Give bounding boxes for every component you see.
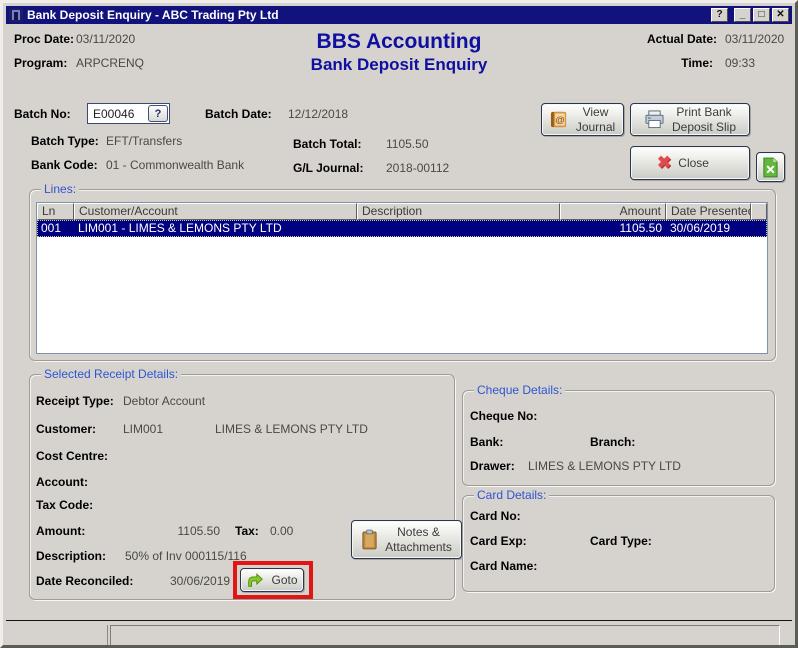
view-journal-label: View Journal	[575, 104, 616, 134]
statusbar-divider	[6, 620, 792, 621]
app-window: Bank Deposit Enquiry - ABC Trading Pty L…	[0, 0, 798, 648]
branch-label: Branch:	[590, 435, 636, 449]
batch-date-value: 12/12/2018	[288, 107, 349, 121]
help-button[interactable]: ?	[711, 8, 728, 22]
column-header-date-presented: Date Presented	[666, 203, 751, 220]
lines-list[interactable]: Ln Customer/Account Description Amount D…	[36, 202, 768, 354]
cost-centre-label: Cost Centre:	[36, 449, 109, 463]
cell-customer-account: LIM001 - LIMES & LEMONS PTY LTD	[78, 221, 282, 235]
card-exp-label: Card Exp:	[470, 534, 527, 548]
drawer-label: Drawer:	[470, 459, 515, 473]
batch-total-value: 1105.50	[386, 137, 429, 151]
batch-no-lookup-button[interactable]: ?	[148, 105, 168, 122]
app-icon	[9, 8, 23, 22]
batch-type-label: Batch Type:	[31, 134, 99, 148]
bank-code-value: 01 - Commonwealth Bank	[106, 158, 245, 172]
batch-total-label: Batch Total:	[293, 137, 362, 151]
close-label: Close	[678, 155, 709, 170]
description-label: Description:	[36, 549, 107, 563]
cheque-no-label: Cheque No:	[470, 409, 538, 423]
card-name-label: Card Name:	[470, 559, 538, 573]
column-header-description: Description	[357, 203, 560, 220]
export-excel-button[interactable]	[756, 152, 785, 182]
batch-no-label: Batch No:	[14, 107, 71, 121]
svg-text:@: @	[555, 115, 564, 126]
cell-ln: 001	[41, 221, 62, 235]
title-bar: Bank Deposit Enquiry - ABC Trading Pty L…	[6, 6, 792, 24]
print-deposit-slip-label: Print Bank Deposit Slip	[671, 104, 737, 134]
red-x-icon: ✖	[657, 153, 672, 173]
tax-value: 0.00	[270, 524, 294, 538]
lines-header-row: Ln Customer/Account Description Amount D…	[37, 203, 767, 220]
notes-attachments-button[interactable]: Notes & Attachments	[351, 520, 462, 559]
window-title: Bank Deposit Enquiry - ABC Trading Pty L…	[27, 8, 279, 22]
batch-type-value: EFT/Transfers	[106, 134, 183, 148]
column-header-customer-account: Customer/Account	[74, 203, 357, 220]
cell-spacer	[751, 220, 767, 237]
amount-value: 1105.50	[177, 524, 221, 538]
journal-book-icon: @	[550, 110, 569, 129]
notes-attachments-label: Notes & Attachments	[385, 524, 452, 554]
customer-label: Customer:	[36, 422, 97, 436]
time-label: Time:	[681, 56, 713, 70]
column-header-spacer	[751, 203, 767, 220]
actual-date-label: Actual Date:	[647, 32, 718, 46]
tax-code-label: Tax Code:	[36, 498, 94, 512]
actual-date-value: 03/11/2020	[725, 32, 785, 46]
excel-export-icon	[762, 157, 779, 178]
close-button[interactable]: ✖ Close	[630, 146, 750, 180]
close-window-button[interactable]: ✕	[772, 8, 789, 22]
clipboard-icon	[361, 529, 378, 550]
printer-icon	[644, 110, 665, 129]
description-value: 50% of Inv 000115/116	[125, 549, 247, 563]
column-header-ln: Ln	[37, 203, 74, 220]
view-journal-button[interactable]: @ View Journal	[541, 103, 624, 136]
drawer-value: LIMES & LEMONS PTY LTD	[528, 459, 681, 473]
date-reconciled-value: 30/06/2019	[170, 574, 231, 588]
maximize-button[interactable]: □	[753, 8, 770, 22]
amount-label: Amount:	[36, 524, 86, 538]
annotation-highlight	[233, 561, 313, 599]
card-type-label: Card Type:	[590, 534, 652, 548]
customer-name-value: LIMES & LEMONS PTY LTD	[215, 422, 368, 436]
cell-date-presented: 30/06/2019	[670, 221, 731, 235]
gl-journal-value: 2018-00112	[386, 161, 450, 175]
customer-code-value: LIM001	[123, 422, 164, 436]
receipt-type-label: Receipt Type:	[36, 394, 114, 408]
tax-label: Tax:	[235, 524, 259, 538]
column-header-amount: Amount	[560, 203, 666, 220]
account-label: Account:	[36, 475, 88, 489]
cell-description	[357, 220, 560, 237]
card-no-label: Card No:	[470, 509, 521, 523]
gl-journal-label: G/L Journal:	[293, 161, 364, 175]
cell-amount: 1105.50	[619, 221, 663, 235]
statusbar-left-panel	[6, 625, 108, 645]
card-details-group-label: Card Details:	[474, 488, 550, 502]
table-row-selected[interactable]: 001 LIM001 - LIMES & LEMONS PTY LTD 1105…	[37, 220, 767, 237]
batch-date-label: Batch Date:	[205, 107, 272, 121]
receipt-details-group-label: Selected Receipt Details:	[41, 367, 182, 381]
minimize-button[interactable]: _	[734, 8, 751, 22]
time-value: 09:33	[725, 56, 756, 70]
bank-label: Bank:	[470, 435, 504, 449]
bank-code-label: Bank Code:	[31, 158, 98, 172]
batch-no-field[interactable]: E00046 ?	[87, 103, 170, 124]
date-reconciled-label: Date Reconciled:	[36, 574, 134, 588]
receipt-type-value: Debtor Account	[123, 394, 206, 408]
batch-no-value[interactable]: E00046	[88, 107, 148, 121]
lines-group-label: Lines:	[41, 182, 80, 196]
cheque-details-group-label: Cheque Details:	[474, 383, 566, 397]
print-deposit-slip-button[interactable]: Print Bank Deposit Slip	[630, 103, 750, 136]
statusbar-message-panel	[110, 625, 780, 645]
